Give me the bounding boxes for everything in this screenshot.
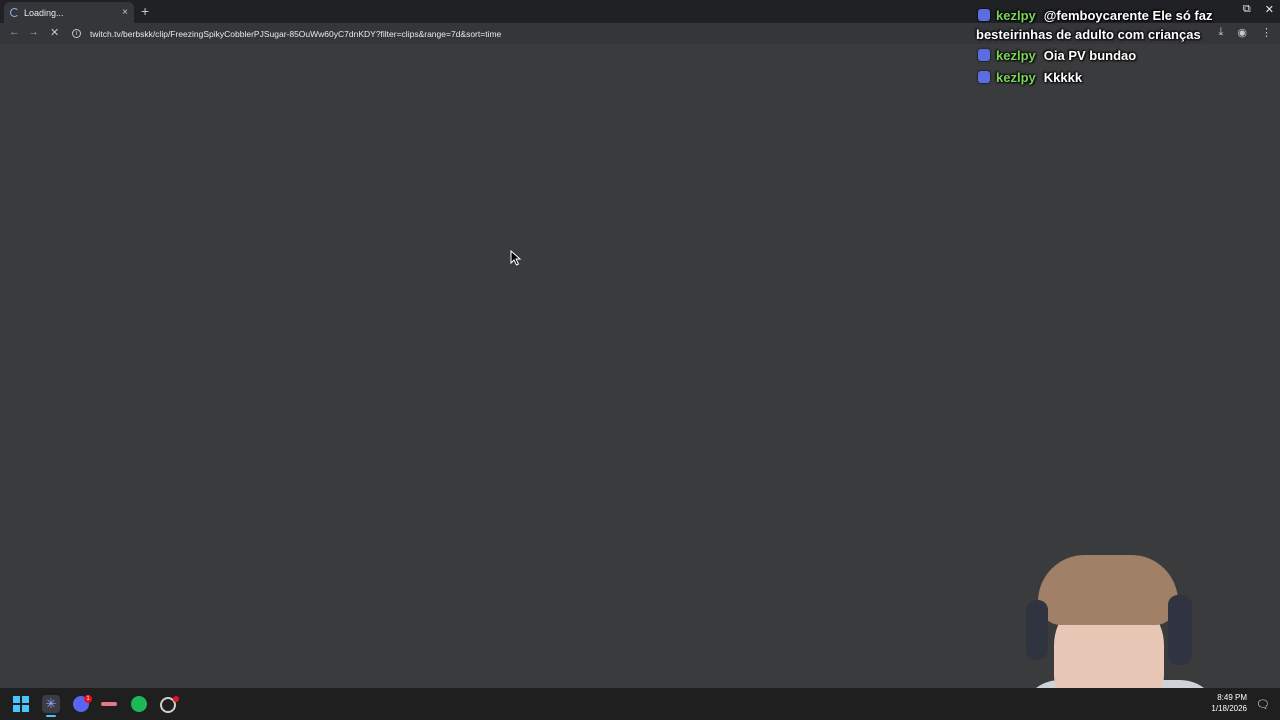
chat-message: kezlpy @femboycarente Ele só faz besteiri… bbox=[976, 6, 1276, 44]
chat-username: kezlpy bbox=[996, 8, 1036, 23]
forward-icon[interactable]: → bbox=[28, 26, 39, 38]
system-clock[interactable]: 8:49 PM 1/18/2026 bbox=[1211, 692, 1247, 714]
chat-text: Kkkkk bbox=[1043, 70, 1083, 85]
tab-close-icon[interactable]: × bbox=[122, 7, 128, 18]
taskbar: ✳ bbox=[0, 688, 1280, 720]
active-app-indicator bbox=[46, 715, 56, 717]
address-bar[interactable]: i twitch.tv/berbskk/clip/FreezingSpikyCo… bbox=[66, 25, 966, 42]
new-tab-button[interactable]: + bbox=[141, 3, 149, 19]
chat-username: kezlpy bbox=[996, 70, 1036, 85]
spotify-icon[interactable] bbox=[131, 696, 147, 712]
site-info-icon[interactable]: i bbox=[72, 29, 81, 38]
chat-message: kezlpy Kkkkk bbox=[976, 68, 1276, 87]
notification-icon[interactable]: 🗨 bbox=[1256, 698, 1270, 711]
mouse-cursor-icon bbox=[510, 250, 522, 266]
loading-spinner-icon bbox=[10, 8, 19, 17]
browser-tab-loading[interactable]: Loading... × bbox=[4, 2, 134, 23]
discord-badge: 1 bbox=[84, 695, 92, 703]
chat-badge-icon bbox=[978, 9, 990, 21]
app-launcher-icon[interactable]: ✳ bbox=[42, 695, 60, 713]
chat-username: kezlpy bbox=[996, 48, 1036, 63]
windows-start-icon[interactable] bbox=[13, 696, 29, 712]
headset-left bbox=[1026, 600, 1048, 660]
clock-time: 8:49 PM bbox=[1217, 693, 1247, 702]
webcam-hair bbox=[1038, 555, 1178, 625]
game-controller-icon[interactable] bbox=[101, 696, 117, 712]
headset-right bbox=[1168, 595, 1192, 665]
recording-indicator-icon bbox=[173, 696, 179, 702]
stream-chat-overlay: kezlpy @femboycarente Ele só faz besteiri… bbox=[976, 6, 1276, 87]
back-icon[interactable]: ← bbox=[9, 26, 20, 38]
chat-text: Oia PV bundao bbox=[1043, 48, 1137, 63]
chat-message: kezlpy Oia PV bundao bbox=[976, 46, 1276, 65]
stop-loading-icon[interactable]: ✕ bbox=[50, 26, 59, 39]
url-text[interactable]: twitch.tv/berbskk/clip/FreezingSpikyCobb… bbox=[90, 29, 501, 39]
clock-date: 1/18/2026 bbox=[1211, 704, 1247, 713]
chat-badge-icon bbox=[978, 49, 990, 61]
tab-title: Loading... bbox=[24, 7, 64, 18]
chat-badge-icon bbox=[978, 71, 990, 83]
